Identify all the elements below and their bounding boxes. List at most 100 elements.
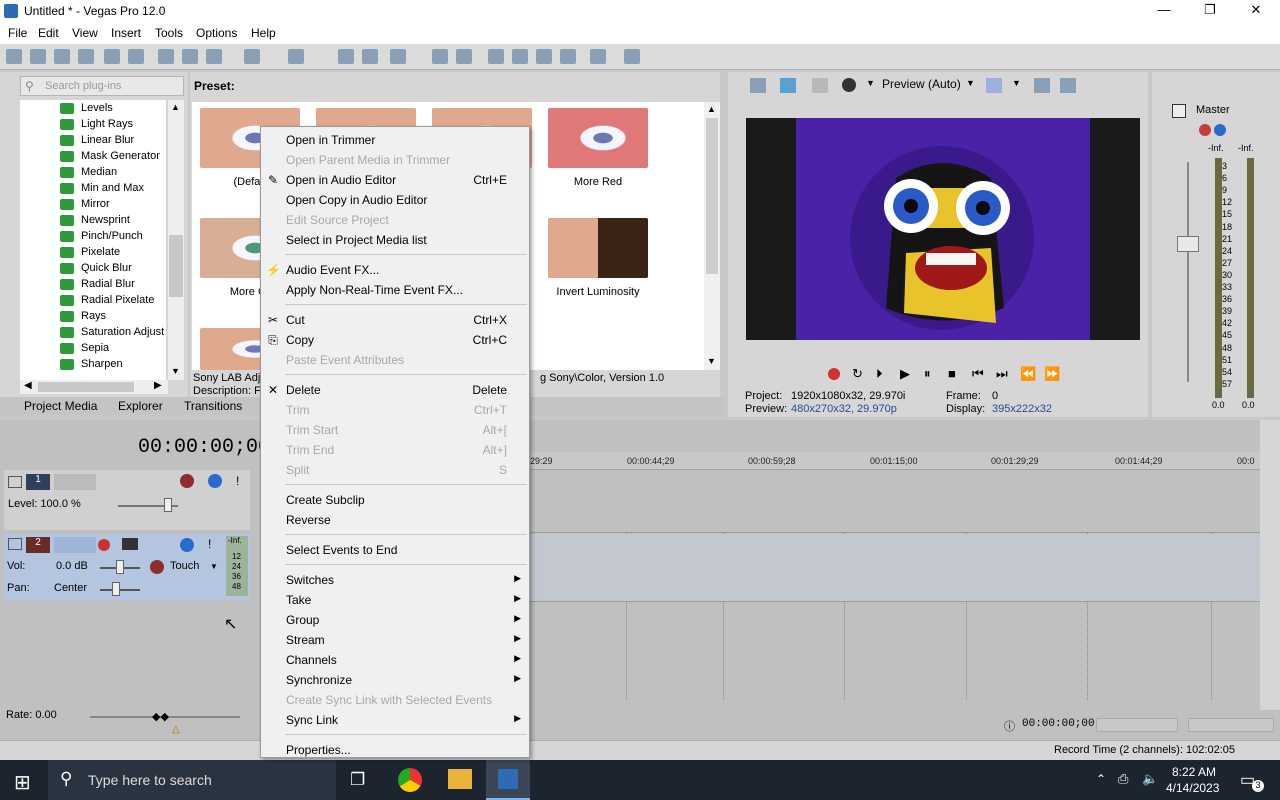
- timeline-vscrollbar[interactable]: [1260, 420, 1280, 710]
- track-name-field[interactable]: [54, 537, 96, 553]
- cut-icon[interactable]: [158, 49, 174, 64]
- whats-this-icon[interactable]: [624, 49, 640, 64]
- context-menu-item[interactable]: Open in Trimmer: [261, 130, 529, 150]
- plugin-item[interactable]: Sharpen: [20, 356, 166, 372]
- preset-thumbnail[interactable]: [548, 218, 648, 278]
- record-icon[interactable]: [828, 368, 840, 380]
- context-menu-item[interactable]: ⎘ Copy Ctrl+C: [261, 330, 529, 350]
- plugin-list[interactable]: Levels Light Rays Linear Blur Mask Generato…: [20, 100, 166, 380]
- level-slider[interactable]: [164, 498, 172, 512]
- save-snapshot-icon[interactable]: [1060, 78, 1076, 93]
- scroll-down-icon[interactable]: ▼: [171, 366, 180, 376]
- preview-fx-icon[interactable]: [842, 78, 856, 92]
- timeline-ruler[interactable]: 29:29 00:00:44;29 00:00:59;28 00:01:15;00 00…: [530, 452, 1260, 700]
- plugin-item[interactable]: Light Rays: [20, 116, 166, 132]
- previous-frame-icon[interactable]: ⏪: [1020, 366, 1036, 382]
- master-fader[interactable]: [1177, 236, 1199, 252]
- video-track-lane[interactable]: [530, 470, 1260, 533]
- plugin-item[interactable]: Mask Generator: [20, 148, 166, 164]
- menu-edit[interactable]: Edit: [38, 26, 59, 40]
- context-menu-item[interactable]: Open Copy in Audio Editor: [261, 190, 529, 210]
- loop-region-field[interactable]: [1096, 718, 1178, 732]
- overlays-icon[interactable]: [986, 78, 1002, 93]
- menu-file[interactable]: File: [8, 26, 27, 40]
- arm-record-icon[interactable]: [98, 539, 110, 551]
- context-menu-item[interactable]: Synchronize ▶: [261, 670, 529, 690]
- tab-transitions[interactable]: Transitions: [184, 399, 242, 413]
- external-monitor-icon[interactable]: [780, 78, 796, 93]
- preset-thumbnail[interactable]: [548, 108, 648, 168]
- plugin-item[interactable]: Mirror: [20, 196, 166, 212]
- split-screen-icon[interactable]: [812, 78, 828, 93]
- clock-time[interactable]: 8:22 AM: [1172, 765, 1216, 779]
- context-menu-item[interactable]: Group ▶: [261, 610, 529, 630]
- plugin-item[interactable]: Sepia: [20, 340, 166, 356]
- track-expand-icon[interactable]: [8, 538, 22, 550]
- menu-tools[interactable]: Tools: [155, 26, 183, 40]
- solo-icon[interactable]: !: [236, 474, 239, 488]
- chevron-down-icon[interactable]: ▼: [210, 562, 218, 571]
- windows-start-icon[interactable]: ⊞: [14, 770, 31, 795]
- plugin-item[interactable]: Levels: [20, 100, 166, 116]
- scroll-up-icon[interactable]: ▲: [707, 104, 716, 114]
- selection-length-field[interactable]: [1188, 718, 1274, 732]
- loop-icon[interactable]: ↻: [852, 366, 863, 382]
- save-as-icon[interactable]: [78, 49, 94, 64]
- volume-icon[interactable]: 🔈: [1142, 771, 1158, 787]
- maximize-button[interactable]: ❐: [1187, 2, 1233, 18]
- context-menu-item[interactable]: Select Events to End: [261, 540, 529, 560]
- context-menu-item[interactable]: ✂ Cut Ctrl+X: [261, 310, 529, 330]
- redo-icon[interactable]: [288, 49, 304, 64]
- plugin-item[interactable]: Pixelate: [20, 244, 166, 260]
- tab-explorer[interactable]: Explorer: [118, 399, 163, 413]
- context-menu-item[interactable]: Reverse: [261, 510, 529, 530]
- taskbar-search[interactable]: ⚲ Type here to search: [48, 760, 336, 800]
- scroll-up-icon[interactable]: ▲: [171, 102, 180, 112]
- plugin-item[interactable]: Rays: [20, 308, 166, 324]
- open-icon[interactable]: [30, 49, 46, 64]
- plugin-item[interactable]: Newsprint: [20, 212, 166, 228]
- ignore-grouping-icon[interactable]: [590, 49, 606, 64]
- plugin-list-hscrollbar[interactable]: ◀ ▶: [20, 380, 168, 394]
- solo-icon[interactable]: !: [208, 537, 211, 551]
- preset-scrollbar[interactable]: ▲ ▼: [704, 102, 720, 370]
- plugin-item[interactable]: Pinch/Punch: [20, 228, 166, 244]
- context-menu-item[interactable]: Stream ▶: [261, 630, 529, 650]
- automation-icon[interactable]: [150, 560, 164, 574]
- scroll-down-icon[interactable]: ▼: [707, 356, 716, 366]
- master-mute-icon[interactable]: [1214, 124, 1226, 136]
- context-menu-item[interactable]: Take ▶: [261, 590, 529, 610]
- scroll-right-icon[interactable]: ▶: [154, 380, 162, 391]
- track-fx-icon[interactable]: [180, 474, 194, 488]
- pan-slider[interactable]: [112, 582, 120, 596]
- plugin-item[interactable]: Quick Blur: [20, 260, 166, 276]
- scroll-thumb[interactable]: [706, 118, 718, 274]
- track-mute-icon[interactable]: [208, 474, 222, 488]
- vegas-taskbar-button[interactable]: [486, 760, 530, 800]
- auto-crossfade-icon[interactable]: [512, 49, 528, 64]
- envelope-tool-icon[interactable]: [362, 49, 378, 64]
- menu-insert[interactable]: Insert: [111, 26, 141, 40]
- selection-tool-icon[interactable]: [390, 49, 406, 64]
- context-menu-item[interactable]: ✕ Delete Delete: [261, 380, 529, 400]
- context-menu-item[interactable]: Switches ▶: [261, 570, 529, 590]
- new-icon[interactable]: [6, 49, 22, 64]
- menu-options[interactable]: Options: [196, 26, 237, 40]
- file-explorer-icon[interactable]: [448, 769, 472, 789]
- volume-slider[interactable]: [116, 560, 124, 574]
- chevron-down-icon[interactable]: ▼: [966, 78, 975, 88]
- copy-snapshot-icon[interactable]: [1034, 78, 1050, 93]
- invert-phase-icon[interactable]: [122, 538, 138, 550]
- copy-icon[interactable]: [182, 49, 198, 64]
- properties-icon[interactable]: [128, 49, 144, 64]
- chevron-down-icon[interactable]: ▼: [866, 78, 875, 88]
- master-fx-icon[interactable]: [1199, 124, 1211, 136]
- plugin-item[interactable]: Median: [20, 164, 166, 180]
- track-mute-icon[interactable]: [180, 538, 194, 552]
- plugin-list-scrollbar[interactable]: ▲ ▼: [168, 100, 184, 380]
- grid-icon[interactable]: [536, 49, 552, 64]
- context-menu-item[interactable]: ✎ Open in Audio Editor Ctrl+E: [261, 170, 529, 190]
- next-frame-icon[interactable]: ⏩: [1044, 366, 1060, 382]
- plugin-item[interactable]: Radial Pixelate: [20, 292, 166, 308]
- preview-quality-dropdown[interactable]: Preview (Auto): [882, 77, 961, 91]
